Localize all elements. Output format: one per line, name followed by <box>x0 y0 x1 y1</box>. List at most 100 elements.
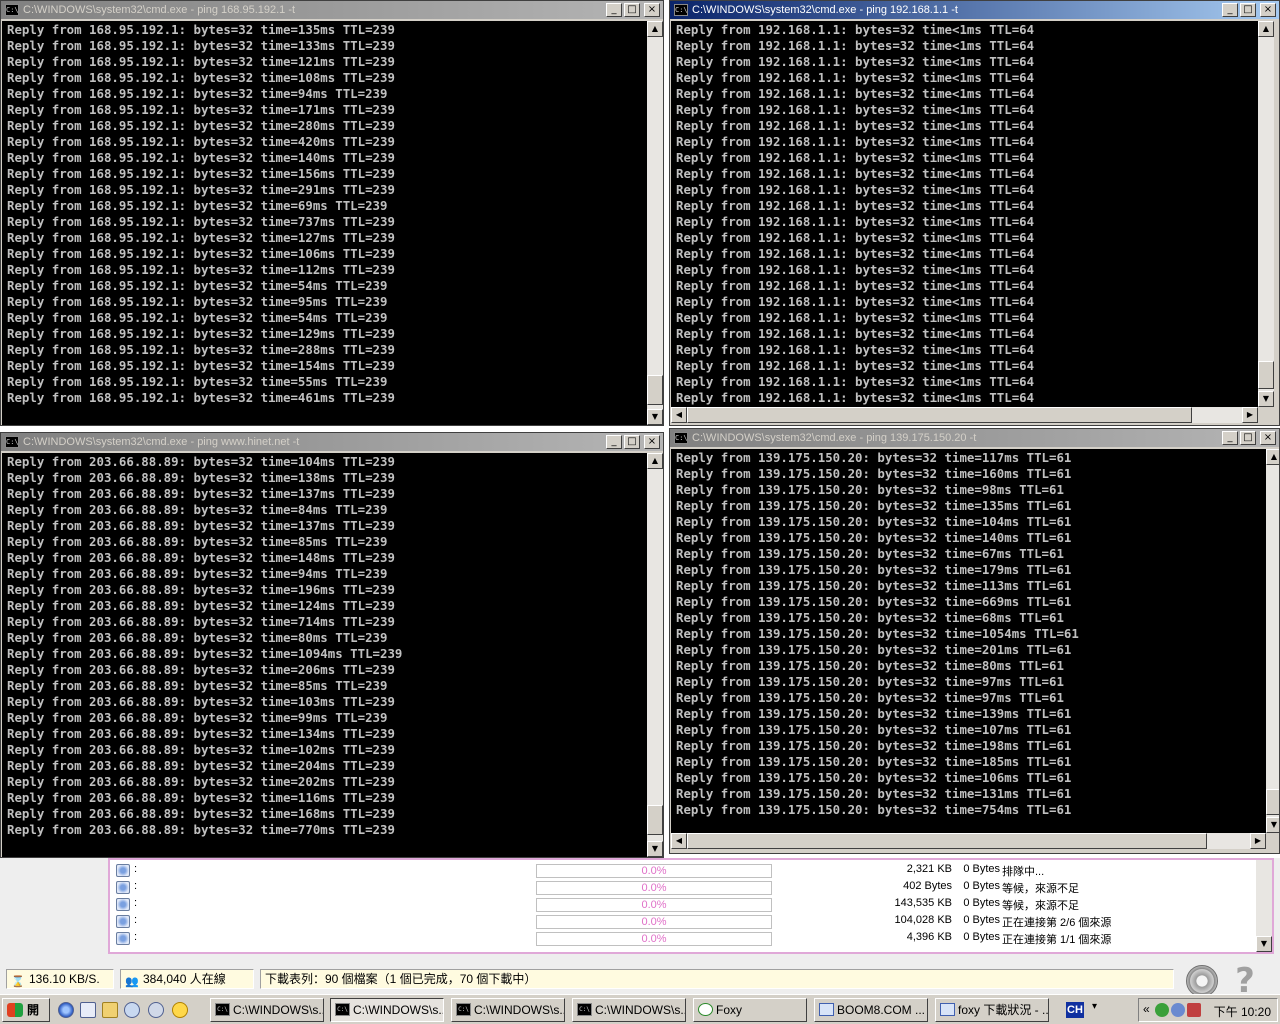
outlook-quicklaunch-icon[interactable] <box>80 1002 96 1018</box>
ie-quicklaunch-icon[interactable] <box>58 1002 74 1018</box>
scrollbar-thumb[interactable] <box>1266 789 1279 815</box>
cmd-window-139-175-150-20[interactable]: C:\ C:\WINDOWS\system32\cmd.exe - ping 1… <box>669 428 1280 854</box>
security-tray-icon[interactable] <box>1187 1003 1201 1017</box>
console-line: Reply from 168.95.192.1: bytes=32 time=1… <box>7 102 395 117</box>
taskbar-button-cmd-1[interactable]: C:\ C:\WINDOWS\s... <box>210 998 324 1022</box>
console-line: Reply from 139.175.150.20: bytes=32 time… <box>676 738 1072 753</box>
vertical-scrollbar[interactable]: ▲ ▼ <box>1266 449 1279 833</box>
close-button[interactable]: × <box>644 435 660 449</box>
scroll-down-arrow-icon[interactable]: ▼ <box>1266 817 1279 833</box>
horizontal-scrollbar[interactable]: ◀ ▶ <box>671 407 1258 423</box>
start-button[interactable]: 開始 <box>2 998 50 1022</box>
scroll-up-arrow-icon[interactable]: ▲ <box>1258 21 1274 37</box>
console-output[interactable]: Reply from 192.168.1.1: bytes=32 time<1m… <box>671 21 1258 407</box>
console-line: Reply from 139.175.150.20: bytes=32 time… <box>676 466 1072 481</box>
console-line: Reply from 168.95.192.1: bytes=32 time=5… <box>7 374 388 389</box>
scrollbar-thumb[interactable] <box>687 833 1207 849</box>
console-line: Reply from 139.175.150.20: bytes=32 time… <box>676 658 1064 673</box>
download-list[interactable]: : 0.0% 2,321 KB 0 Bytes 排隊中... : 0.0% 40… <box>108 858 1274 954</box>
folder-quicklaunch-icon[interactable] <box>102 1002 118 1018</box>
window-titlebar[interactable]: C:\ C:\WINDOWS\system32\cmd.exe - ping 1… <box>670 1 1279 19</box>
cmd-window-168-95-192-1[interactable]: C:\ C:\WINDOWS\system32\cmd.exe - ping 1… <box>0 0 664 426</box>
vertical-scrollbar[interactable]: ▲ ▼ <box>647 453 663 857</box>
minimize-button[interactable]: _ <box>606 3 622 17</box>
network-tray-icon[interactable] <box>1155 1003 1169 1017</box>
taskbar-button-foxy[interactable]: Foxy <box>693 998 807 1022</box>
download-row[interactable]: : 0.0% 143,535 KB 0 Bytes 等候，來源不足 <box>110 896 1256 913</box>
scroll-right-arrow-icon[interactable]: ▶ <box>1250 833 1266 849</box>
scroll-up-arrow-icon[interactable]: ▲ <box>1266 449 1279 465</box>
cmd-icon: C:\ <box>674 432 688 444</box>
minimize-button[interactable]: _ <box>1222 431 1238 445</box>
scroll-left-arrow-icon[interactable]: ◀ <box>671 833 687 849</box>
window-title: C:\WINDOWS\system32\cmd.exe - ping 168.9… <box>23 4 296 16</box>
scroll-up-arrow-icon[interactable]: ▲ <box>647 453 663 469</box>
download-row[interactable]: : 0.0% 104,028 KB 0 Bytes 正在連接第 2/6 個來源 <box>110 913 1256 930</box>
scroll-left-arrow-icon[interactable]: ◀ <box>671 407 687 423</box>
download-name: : <box>134 914 138 926</box>
minimize-button[interactable]: _ <box>606 435 622 449</box>
console-line: Reply from 192.168.1.1: bytes=32 time<1m… <box>676 54 1035 69</box>
taskbar-clock[interactable]: 下午 10:20 <box>1214 1003 1271 1020</box>
scrollbar-thumb[interactable] <box>647 375 663 405</box>
connection-tray-icon[interactable] <box>1171 1003 1185 1017</box>
console-line: Reply from 192.168.1.1: bytes=32 time<1m… <box>676 294 1035 309</box>
window-titlebar[interactable]: C:\ C:\WINDOWS\system32\cmd.exe - ping 1… <box>1 1 663 19</box>
smiley-quicklaunch-icon[interactable] <box>172 1002 188 1018</box>
scrollbar-thumb[interactable] <box>647 805 663 835</box>
scroll-down-arrow-icon[interactable]: ▼ <box>1256 936 1272 952</box>
horizontal-scrollbar[interactable]: ◀ ▶ <box>671 833 1266 849</box>
cmd-window-hinet[interactable]: C:\ C:\WINDOWS\system32\cmd.exe - ping w… <box>0 432 664 858</box>
window-titlebar[interactable]: C:\ C:\WINDOWS\system32\cmd.exe - ping 1… <box>670 429 1279 447</box>
console-output[interactable]: Reply from 203.66.88.89: bytes=32 time=1… <box>2 453 647 857</box>
cmd-window-192-168-1-1[interactable]: C:\ C:\WINDOWS\system32\cmd.exe - ping 1… <box>669 0 1280 426</box>
refresh-quicklaunch-icon[interactable] <box>124 1002 140 1018</box>
close-button[interactable]: × <box>644 3 660 17</box>
console-line: Reply from 203.66.88.89: bytes=32 time=2… <box>7 774 395 789</box>
gear-icon[interactable] <box>1186 965 1218 997</box>
ime-options-icon[interactable]: ▾ <box>1092 1001 1097 1012</box>
console-output[interactable]: Reply from 168.95.192.1: bytes=32 time=1… <box>2 21 647 425</box>
vertical-scrollbar[interactable]: ▲ ▼ <box>1258 21 1274 407</box>
window-titlebar[interactable]: C:\ C:\WINDOWS\system32\cmd.exe - ping w… <box>1 433 663 451</box>
close-button[interactable]: × <box>1260 3 1276 17</box>
media-player-quicklaunch-icon[interactable] <box>148 1002 164 1018</box>
maximize-button[interactable]: □ <box>624 3 640 17</box>
download-row[interactable]: : 0.0% 2,321 KB 0 Bytes 排隊中... <box>110 862 1256 879</box>
taskbar-button-cmd-2[interactable]: C:\ C:\WINDOWS\s... <box>330 998 444 1022</box>
console-line: Reply from 139.175.150.20: bytes=32 time… <box>676 450 1072 465</box>
taskbar-button-foxy-status[interactable]: foxy 下載狀況 - ... <box>935 998 1049 1022</box>
vertical-scrollbar[interactable]: ▼ <box>1256 860 1272 952</box>
scroll-down-arrow-icon[interactable]: ▼ <box>647 409 663 425</box>
close-button[interactable]: × <box>1260 431 1276 445</box>
download-status: 正在連接第 1/1 個來源 <box>1002 934 1112 946</box>
scroll-up-arrow-icon[interactable]: ▲ <box>647 21 663 37</box>
scrollbar-thumb[interactable] <box>1258 361 1274 389</box>
ime-indicator[interactable]: CH <box>1066 1002 1084 1018</box>
vertical-scrollbar[interactable]: ▲ ▼ <box>647 21 663 425</box>
taskbar-button-cmd-3[interactable]: C:\ C:\WINDOWS\s... <box>451 998 565 1022</box>
minimize-button[interactable]: _ <box>1222 3 1238 17</box>
tray-expand-icon[interactable]: « <box>1143 1002 1150 1016</box>
help-icon[interactable]: ? <box>1228 964 1262 998</box>
download-row[interactable]: : 0.0% 402 Bytes 0 Bytes 等候，來源不足 <box>110 879 1256 896</box>
taskbar: 開始 C:\ C:\WINDOWS\s... C:\ C:\WINDOWS\s.… <box>0 994 1280 1024</box>
console-line: Reply from 192.168.1.1: bytes=32 time<1m… <box>676 150 1035 165</box>
maximize-button[interactable]: □ <box>1240 3 1256 17</box>
scroll-down-arrow-icon[interactable]: ▼ <box>647 841 663 857</box>
scroll-right-arrow-icon[interactable]: ▶ <box>1242 407 1258 423</box>
scroll-down-arrow-icon[interactable]: ▼ <box>1258 391 1274 407</box>
console-line: Reply from 203.66.88.89: bytes=32 time=8… <box>7 678 388 693</box>
download-status: 正在連接第 2/6 個來源 <box>1002 917 1112 929</box>
hourglass-icon: ⌛ <box>11 976 25 988</box>
maximize-button[interactable]: □ <box>624 435 640 449</box>
maximize-button[interactable]: □ <box>1240 431 1256 445</box>
download-size: 143,535 KB <box>894 897 953 909</box>
taskbar-button-boom8[interactable]: BOOM8.COM ... <box>814 998 928 1022</box>
scrollbar-thumb[interactable] <box>687 407 1192 423</box>
console-output[interactable]: Reply from 139.175.150.20: bytes=32 time… <box>671 449 1266 833</box>
download-row[interactable]: : 0.0% 4,396 KB 0 Bytes 正在連接第 1/1 個來源 <box>110 930 1256 947</box>
download-summary-text: 下載表列：90 個檔案（1 個已完成，70 個下載中） <box>265 972 537 986</box>
taskbar-button-cmd-4[interactable]: C:\ C:\WINDOWS\s... <box>572 998 686 1022</box>
console-line: Reply from 192.168.1.1: bytes=32 time<1m… <box>676 134 1035 149</box>
